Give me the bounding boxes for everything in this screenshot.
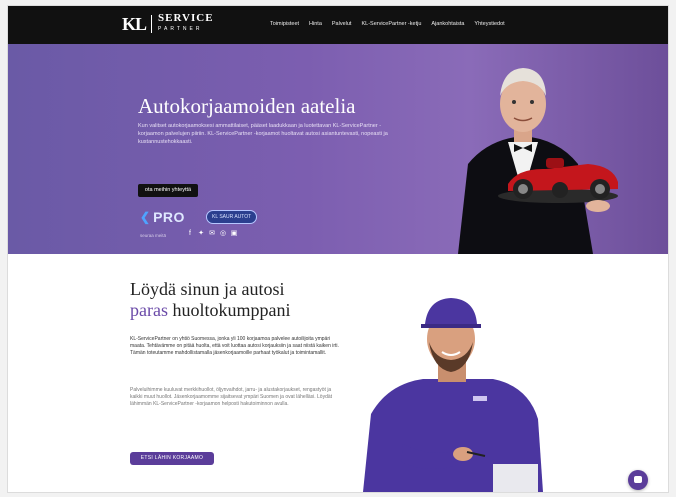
menu-item-hinta[interactable]: Hinta: [309, 21, 322, 27]
logo-text: SERVICE PARTNER: [158, 12, 214, 34]
social-links: f ✦ ✉ ◎ ▣: [186, 230, 238, 238]
pro-arrow-icon: ❮: [140, 210, 151, 224]
menu-item-ajankohtaista[interactable]: Ajankohtaista: [431, 21, 464, 27]
title-rest: huoltokumppani: [172, 300, 291, 320]
instagram-icon[interactable]: ◎: [219, 230, 227, 238]
find-nearest-workshop-button[interactable]: ETSI LÄHIN KORJAAMO: [130, 452, 214, 465]
top-navigation-bar: KL SERVICE PARTNER Toimipisteet Hinta Pa…: [8, 6, 668, 44]
hero-section: Autokorjaamoiden aatelia Kun valitset au…: [8, 44, 668, 254]
menu-item-palvelut[interactable]: Palvelut: [332, 21, 352, 27]
services-paragraph: Palveluihimme kuuluvat merkkihuollot, öl…: [130, 387, 333, 407]
logo-line2: PARTNER: [158, 26, 203, 32]
hero-description: Kun valitset autokorjaamoksesi ammattila…: [138, 123, 388, 145]
twitter-icon[interactable]: ✦: [197, 230, 205, 238]
linkedin-icon[interactable]: ▣: [230, 230, 238, 238]
menu-item-ketju[interactable]: KL-ServicePartner -ketju: [361, 21, 421, 27]
chat-bubble-icon: [634, 476, 642, 483]
intro-paragraph: KL-ServicePartner on yhtiö Suomessa, jon…: [130, 336, 339, 356]
logo-mark: KL: [122, 15, 153, 33]
menu-item-yhteystiedot[interactable]: Yhteystiedot: [474, 21, 504, 27]
title-accent: paras: [130, 300, 168, 320]
mechanic-image: [363, 298, 543, 492]
pro-logo[interactable]: ❮ PRO: [140, 209, 185, 225]
chat-button[interactable]: [628, 470, 648, 490]
pro-label: PRO: [153, 209, 185, 225]
hero-title: Autokorjaamoiden aatelia: [138, 94, 356, 118]
partner-section: Löydä sinun ja autosi paras huoltokumppa…: [8, 254, 668, 492]
logo-line1: SERVICE: [158, 12, 214, 24]
email-icon[interactable]: ✉: [208, 230, 216, 238]
follow-label: seuraa meitä: [140, 233, 167, 238]
partner-badge[interactable]: KL SAUR AUTOT: [206, 210, 258, 224]
browser-viewport: KL SERVICE PARTNER Toimipisteet Hinta Pa…: [8, 6, 668, 492]
facebook-icon[interactable]: f: [186, 230, 194, 238]
title-line1: Löydä sinun ja autosi: [130, 279, 285, 299]
section-title: Löydä sinun ja autosi paras huoltokumppa…: [130, 279, 370, 321]
menu-item-toimipisteet[interactable]: Toimipisteet: [270, 21, 299, 27]
contact-button[interactable]: ota meihin yhteyttä: [138, 184, 198, 197]
butler-with-car-image: [458, 68, 618, 254]
site-logo[interactable]: KL SERVICE PARTNER: [122, 12, 214, 34]
main-menu: Toimipisteet Hinta Palvelut KL-ServicePa…: [270, 21, 505, 27]
